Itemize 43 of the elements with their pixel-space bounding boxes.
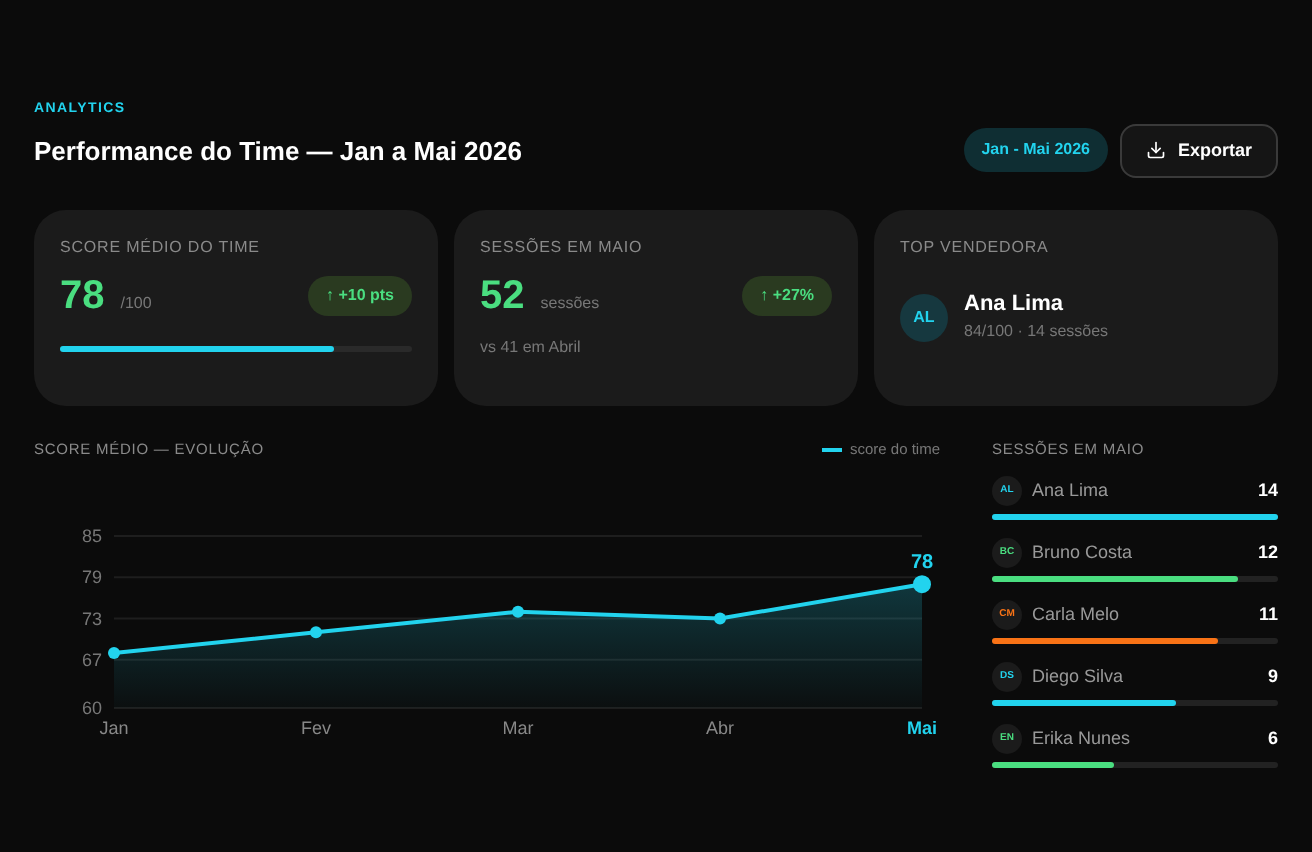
card-label: SCORE MÉDIO DO TIME (60, 236, 262, 260)
seller-name: Diego Silva (1032, 664, 1126, 690)
export-button[interactable]: Exportar (1119, 123, 1278, 178)
delta-badge: ↑ +10 pts (307, 276, 412, 316)
y-tick-label: 73 (81, 609, 102, 630)
seller-detail: 84/100 · 14 sessões (964, 319, 1109, 344)
session-count: 12 (1257, 540, 1278, 566)
session-count: 6 (1267, 726, 1278, 752)
download-icon (1145, 140, 1166, 161)
legend-swatch (821, 447, 842, 452)
stat-value: 52 (480, 276, 525, 316)
seller-name: Erika Nunes (1032, 726, 1133, 752)
page-title: Performance do Time — Jan a Mai 2026 (34, 133, 522, 169)
y-tick-label: 85 (81, 526, 102, 547)
seller-name: Ana Lima (964, 292, 1066, 320)
avatar: AL (900, 293, 948, 342)
x-tick-label: Mai (907, 718, 937, 739)
card-label: SESSÕES EM MAIO (480, 236, 645, 260)
x-tick-label: Fev (301, 718, 331, 739)
seller-name: Bruno Costa (1032, 540, 1135, 566)
point (108, 647, 120, 660)
y-tick-label: 67 (81, 650, 102, 671)
x-tick-label: Jan (99, 718, 129, 739)
x-tick-label: Mar (502, 718, 534, 739)
comparison-note: vs 41 em Abril (480, 336, 583, 360)
session-count: 14 (1257, 478, 1278, 504)
stat-value: 78 (60, 276, 105, 316)
point (714, 613, 726, 626)
period-badge: Jan - Mai 2026 (963, 128, 1108, 173)
card-label: TOP VENDEDORA (900, 236, 1051, 260)
y-tick-label: 79 (81, 567, 102, 588)
point (310, 626, 322, 639)
seller-name: Carla Melo (1032, 602, 1122, 628)
value-label: 78 (910, 552, 934, 575)
y-tick-label: 60 (81, 698, 102, 719)
session-count: 11 (1258, 602, 1278, 628)
stat-unit: sessões (540, 292, 600, 316)
x-tick-label: Abr (706, 718, 734, 739)
delta-badge: ↑ +27% (742, 276, 832, 316)
stat-unit: /100 (120, 292, 152, 316)
seller-name: Ana Lima (1032, 478, 1111, 504)
point (512, 606, 524, 619)
session-count: 9 (1267, 664, 1278, 690)
